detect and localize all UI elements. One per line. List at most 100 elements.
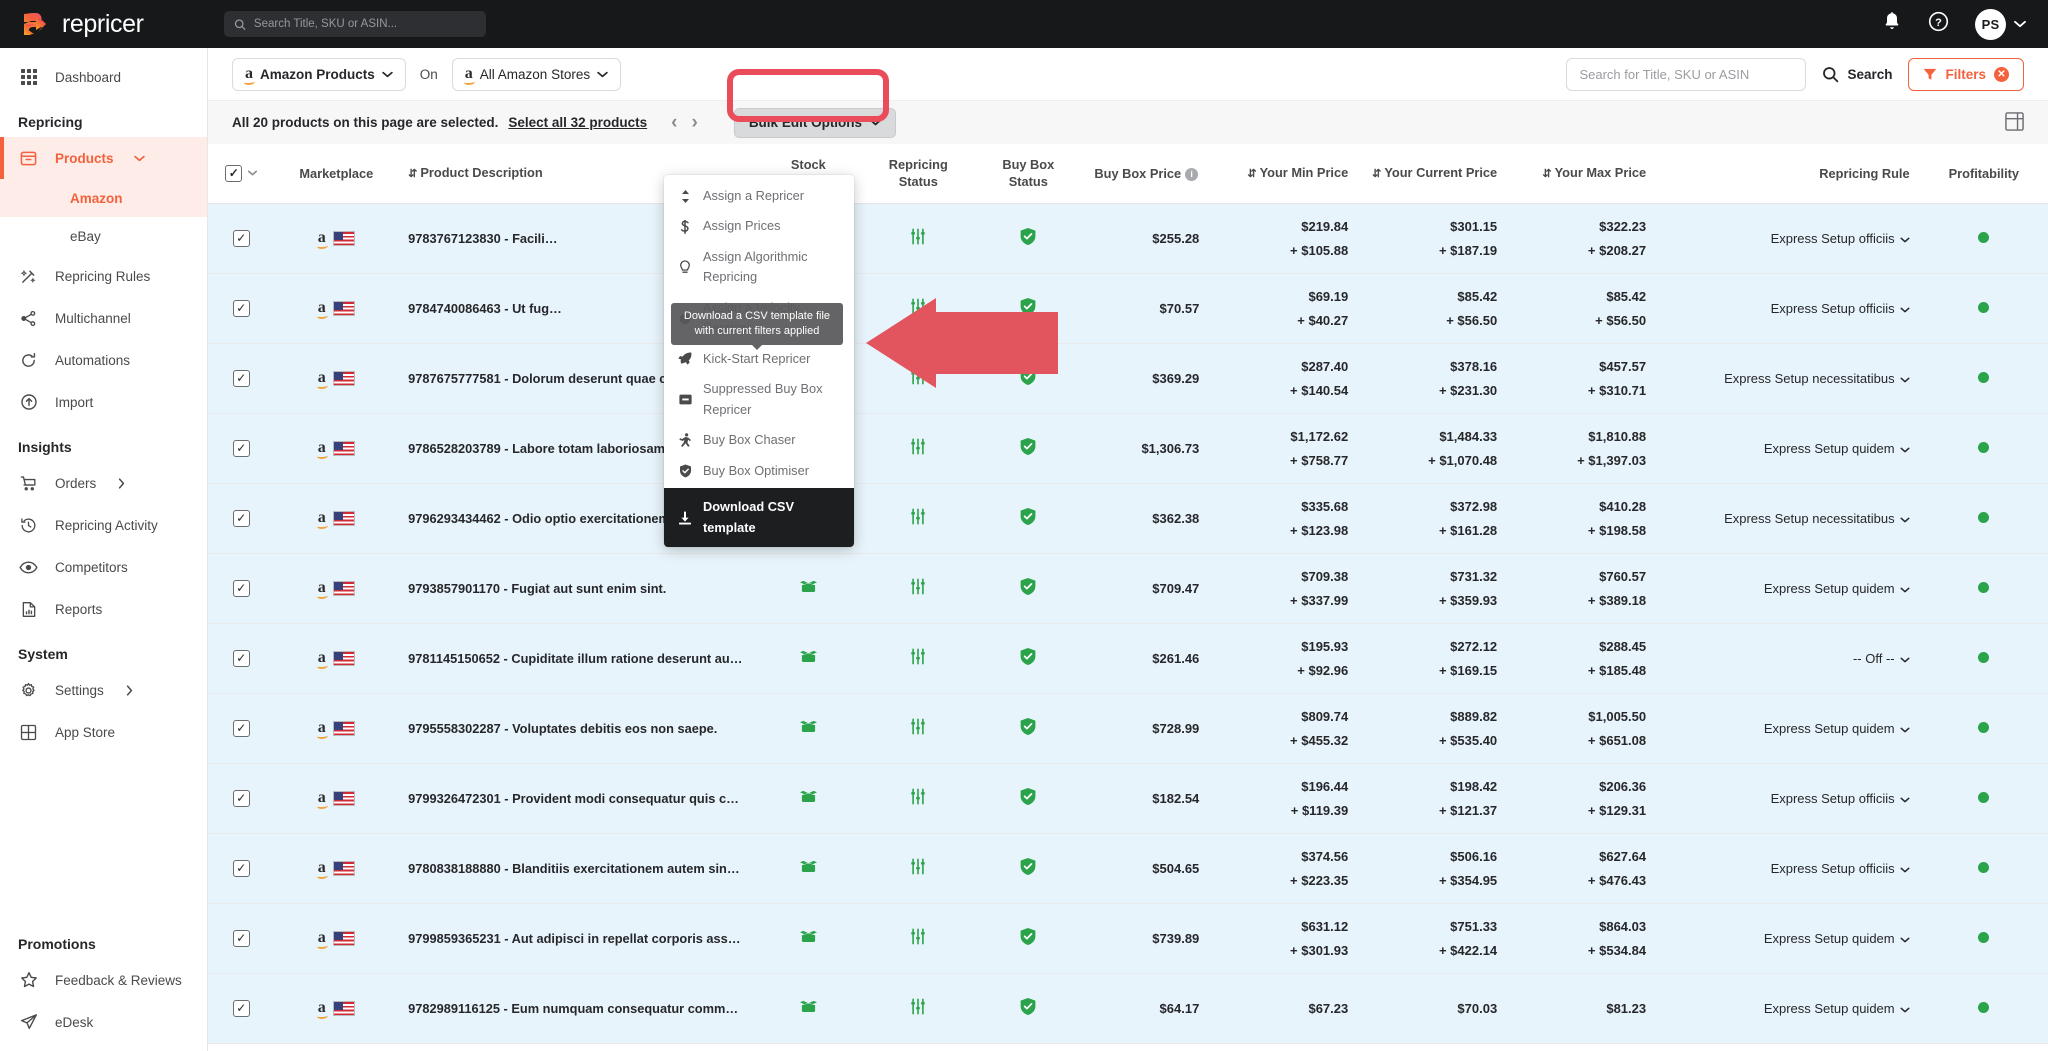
- cell-your-max-price[interactable]: $457.57 + $310.71: [1507, 343, 1657, 414]
- header-your-min-price[interactable]: ⇵ Your Min Price: [1209, 144, 1359, 204]
- header-select-all[interactable]: ✓: [208, 144, 275, 204]
- header-repricing-status[interactable]: Repricing Status: [863, 144, 974, 204]
- row-select-cell[interactable]: ✓: [208, 973, 275, 1044]
- row-select-cell[interactable]: ✓: [208, 693, 275, 764]
- row-select-cell[interactable]: ✓: [208, 903, 275, 974]
- chevron-down-icon[interactable]: [1900, 657, 1910, 663]
- table-row[interactable]: ✓ a 9799859365231 - Aut adipisci in repell…: [208, 903, 2048, 974]
- sidebar-item-orders[interactable]: Orders: [0, 462, 207, 504]
- sidebar-item-competitors[interactable]: Competitors: [0, 546, 207, 588]
- prev-page-button[interactable]: ‹: [671, 112, 677, 134]
- cell-your-current-price[interactable]: $889.82 + $535.40: [1358, 693, 1508, 764]
- table-row[interactable]: ✓ a 9783767123830 - Facili… $255.28 $219.84 +…: [208, 203, 2048, 274]
- cell-product-description[interactable]: 9799326472301 - Provident modi consequat…: [398, 763, 754, 834]
- cell-product-description[interactable]: 9799859365231 - Aut adipisci in repellat…: [398, 903, 754, 974]
- cell-repricing-rule[interactable]: Express Setup quidem: [1656, 413, 1920, 484]
- row-select-cell[interactable]: ✓: [208, 273, 275, 344]
- row-checkbox[interactable]: ✓: [232, 859, 250, 877]
- cell-your-current-price[interactable]: $70.03: [1358, 973, 1508, 1044]
- product-search-box[interactable]: [1566, 57, 1807, 91]
- cell-your-current-price[interactable]: $372.98 + $161.28: [1358, 483, 1508, 554]
- cell-repricing-rule[interactable]: Express Setup quidem: [1656, 553, 1920, 624]
- sidebar-item-ebay[interactable]: eBay: [0, 217, 207, 255]
- info-icon[interactable]: i: [1185, 167, 1199, 181]
- cell-your-min-price[interactable]: $69.19 + $40.27: [1209, 273, 1359, 344]
- cell-repricing-rule[interactable]: -- Off --: [1656, 623, 1920, 694]
- cell-your-max-price[interactable]: $864.03 + $534.84: [1507, 903, 1657, 974]
- bulk-edit-options-button[interactable]: Bulk Edit Options: [733, 107, 897, 138]
- cell-your-min-price[interactable]: $287.40 + $140.54: [1209, 343, 1359, 414]
- cell-your-min-price[interactable]: $195.93 + $92.96: [1209, 623, 1359, 694]
- cell-repricing-rule[interactable]: Express Setup officiis: [1656, 763, 1920, 834]
- sidebar-item-app-store[interactable]: App Store: [0, 711, 207, 753]
- cell-your-current-price[interactable]: $751.33 + $422.14: [1358, 903, 1508, 974]
- cell-your-max-price[interactable]: $410.28 + $198.58: [1507, 483, 1657, 554]
- cell-product-description[interactable]: 9795558302287 - Voluptates debitis eos n…: [398, 693, 754, 764]
- filters-button[interactable]: Filters ✕: [1908, 57, 2024, 91]
- row-select-cell[interactable]: ✓: [208, 413, 275, 484]
- row-checkbox[interactable]: ✓: [232, 649, 250, 667]
- menu-item-suppressed-buy-box-repricer[interactable]: Suppressed Buy Box Repricer: [664, 374, 854, 425]
- chevron-down-icon[interactable]: [1900, 517, 1910, 523]
- select-all-link[interactable]: Select all 32 products: [508, 115, 647, 130]
- row-checkbox[interactable]: ✓: [232, 789, 250, 807]
- global-search[interactable]: [224, 11, 486, 37]
- chevron-down-icon[interactable]: [1900, 447, 1910, 453]
- menu-item-assign-algorithmic-repricing[interactable]: Assign Algorithmic Repricing: [664, 242, 854, 293]
- help-circle-icon[interactable]: ?: [1928, 11, 1949, 37]
- menu-item-assign-a-repricer[interactable]: Assign a Repricer: [664, 181, 854, 211]
- row-checkbox[interactable]: ✓: [232, 719, 250, 737]
- sidebar-item-settings[interactable]: Settings: [0, 669, 207, 711]
- cell-your-current-price[interactable]: $198.42 + $121.37: [1358, 763, 1508, 834]
- cell-your-max-price[interactable]: $1,005.50 + $651.08: [1507, 693, 1657, 764]
- sidebar-item-import[interactable]: Import: [0, 381, 207, 423]
- cell-your-max-price[interactable]: $206.36 + $129.31: [1507, 763, 1657, 834]
- row-select-cell[interactable]: ✓: [208, 343, 275, 414]
- cell-your-min-price[interactable]: $809.74 + $455.32: [1209, 693, 1359, 764]
- all-amazon-stores-dropdown[interactable]: a All Amazon Stores: [451, 57, 622, 91]
- sidebar-item-reports[interactable]: Reports: [0, 588, 207, 630]
- sidebar-item-dashboard[interactable]: Dashboard: [0, 56, 207, 98]
- cell-your-min-price[interactable]: $374.56 + $223.35: [1209, 833, 1359, 904]
- row-checkbox[interactable]: ✓: [232, 369, 250, 387]
- cell-repricing-rule[interactable]: Express Setup quidem: [1656, 973, 1920, 1044]
- chevron-down-icon[interactable]: [1900, 377, 1910, 383]
- table-row[interactable]: ✓ a 9784740086463 - Ut fug… $70.57 $69.19 + $…: [208, 273, 2048, 344]
- menu-item-buy-box-optimiser[interactable]: Buy Box Optimiser: [664, 456, 854, 486]
- header-your-max-price[interactable]: ⇵ Your Max Price: [1507, 144, 1657, 204]
- row-checkbox[interactable]: ✓: [232, 439, 250, 457]
- menu-item-buy-box-chaser[interactable]: Buy Box Chaser: [664, 425, 854, 455]
- header-your-current-price[interactable]: ⇵ Your Current Price: [1358, 144, 1508, 204]
- row-checkbox[interactable]: ✓: [232, 579, 250, 597]
- cell-your-current-price[interactable]: $85.42 + $56.50: [1358, 273, 1508, 344]
- row-checkbox[interactable]: ✓: [232, 299, 250, 317]
- table-row[interactable]: ✓ a 9796293434462 - Odio optio exercitatio…: [208, 483, 2048, 554]
- cell-repricing-rule[interactable]: Express Setup officiis: [1656, 273, 1920, 344]
- user-menu[interactable]: PS: [1975, 8, 2026, 40]
- cell-product-description[interactable]: 9781145150652 - Cupiditate illum ratione…: [398, 623, 754, 694]
- sidebar-item-edesk[interactable]: eDesk: [0, 1001, 207, 1043]
- cell-your-current-price[interactable]: $378.16 + $231.30: [1358, 343, 1508, 414]
- cell-your-min-price[interactable]: $219.84 + $105.88: [1209, 203, 1359, 274]
- chevron-down-icon[interactable]: [1900, 937, 1910, 943]
- row-checkbox[interactable]: ✓: [232, 509, 250, 527]
- cell-your-max-price[interactable]: $288.45 + $185.48: [1507, 623, 1657, 694]
- row-select-cell[interactable]: ✓: [208, 623, 275, 694]
- select-all-checkbox[interactable]: ✓: [225, 164, 243, 182]
- cell-your-max-price[interactable]: $81.23: [1507, 973, 1657, 1044]
- sidebar-item-products[interactable]: Products: [0, 137, 207, 179]
- cell-repricing-rule[interactable]: Express Setup quidem: [1656, 693, 1920, 764]
- table-row[interactable]: ✓ a 9782989116125 - Eum numquam consequatu…: [208, 973, 2048, 1044]
- cell-your-max-price[interactable]: $760.57 + $389.18: [1507, 553, 1657, 624]
- cell-your-min-price[interactable]: $335.68 + $123.98: [1209, 483, 1359, 554]
- row-select-cell[interactable]: ✓: [208, 553, 275, 624]
- row-checkbox[interactable]: ✓: [232, 229, 250, 247]
- column-settings-icon[interactable]: [2005, 111, 2024, 134]
- chevron-down-icon[interactable]: [1900, 867, 1910, 873]
- cell-your-min-price[interactable]: $631.12 + $301.93: [1209, 903, 1359, 974]
- cell-repricing-rule[interactable]: Express Setup necessitatibus: [1656, 343, 1920, 414]
- chevron-down-icon[interactable]: [1900, 1007, 1910, 1013]
- cell-your-max-price[interactable]: $85.42 + $56.50: [1507, 273, 1657, 344]
- cell-your-min-price[interactable]: $1,172.62 + $758.77: [1209, 413, 1359, 484]
- brand[interactable]: repricer: [0, 10, 208, 39]
